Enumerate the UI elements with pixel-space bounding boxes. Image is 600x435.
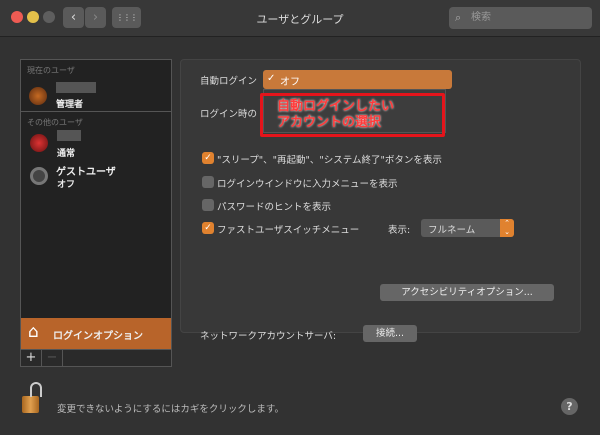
other-users-header: その他のユーザ	[27, 118, 83, 127]
login-options-label: ログインオプション	[53, 331, 143, 342]
display-label: 表示:	[388, 225, 411, 236]
updown-chevron-icon: ⌃ ⌄	[500, 219, 514, 237]
checkmark-icon: ✓	[267, 73, 276, 84]
user-item[interactable]: 通常	[21, 130, 171, 159]
display-format-popup[interactable]: フルネーム ⌃ ⌄	[421, 219, 514, 237]
show-power-buttons-checkbox[interactable]: ✓	[202, 152, 214, 164]
lock-message: 変更できないようにするにはカギをクリックします。	[57, 404, 284, 415]
input-menu-checkbox[interactable]	[202, 176, 214, 188]
guest-user-status: オフ	[57, 180, 76, 190]
search-field[interactable]: ⌕ 検索	[449, 7, 592, 29]
redacted-username	[57, 130, 81, 141]
search-placeholder: 検索	[471, 12, 491, 23]
fast-user-switch-label: ファストユーザスイッチメニュー	[217, 225, 360, 236]
guitar-avatar-icon	[29, 87, 47, 105]
guest-user-name: ゲストユーザ	[56, 167, 116, 178]
remove-user-button[interactable]: −	[42, 350, 63, 366]
auto-login-dropdown[interactable]: ✓ オフ	[263, 70, 452, 89]
login-options-item[interactable]: ⌂ ログインオプション	[21, 318, 171, 349]
login-window-label: ログイン時の	[200, 109, 258, 120]
auto-login-value: オフ	[280, 77, 300, 88]
display-format-value: フルネーム	[428, 225, 476, 236]
rose-avatar-icon	[30, 134, 48, 152]
search-icon: ⌕	[455, 11, 462, 24]
user-role: 通常	[57, 149, 76, 159]
annotation-line-1: 自動ログインしたい	[277, 99, 395, 114]
guest-user-item[interactable]: ゲストユーザ オフ	[21, 162, 171, 192]
house-icon: ⌂	[28, 322, 39, 342]
auto-login-label: 自動ログイン	[200, 76, 258, 87]
password-hint-checkbox[interactable]	[202, 199, 214, 211]
connect-button[interactable]: 接続...	[363, 325, 417, 342]
network-server-label: ネットワークアカウントサーバ:	[200, 331, 337, 342]
current-user-role: 管理者	[56, 100, 84, 110]
show-power-buttons-label: "スリープ"、"再起動"、"システム終了"ボタンを表示	[217, 155, 442, 166]
annotation-line-2: アカウントの選択	[277, 115, 382, 130]
guest-avatar-icon	[30, 167, 48, 185]
password-hint-label: パスワードのヒントを表示	[217, 202, 332, 213]
current-user-item[interactable]: 管理者	[21, 60, 171, 112]
list-actions: + −	[21, 349, 171, 366]
annotation-box: 自動ログインしたい アカウントの選択	[260, 93, 445, 137]
title-bar: ‹ › ⋮⋮⋮ ユーザとグループ ⌕ 検索	[0, 0, 600, 37]
accessibility-options-button[interactable]: アクセシビリティオプション...	[380, 284, 554, 301]
lock-icon[interactable]	[22, 382, 42, 413]
redacted-username	[56, 82, 96, 93]
help-button[interactable]: ?	[561, 398, 578, 415]
add-user-button[interactable]: +	[21, 350, 42, 366]
fast-user-switch-checkbox[interactable]: ✓	[202, 222, 214, 234]
input-menu-label: ログインウインドウに入力メニューを表示	[217, 179, 398, 190]
user-list: 現在のユーザ 管理者 その他のユーザ 通常 ゲストユーザ オフ ⌂ ログインオプ…	[20, 59, 172, 367]
